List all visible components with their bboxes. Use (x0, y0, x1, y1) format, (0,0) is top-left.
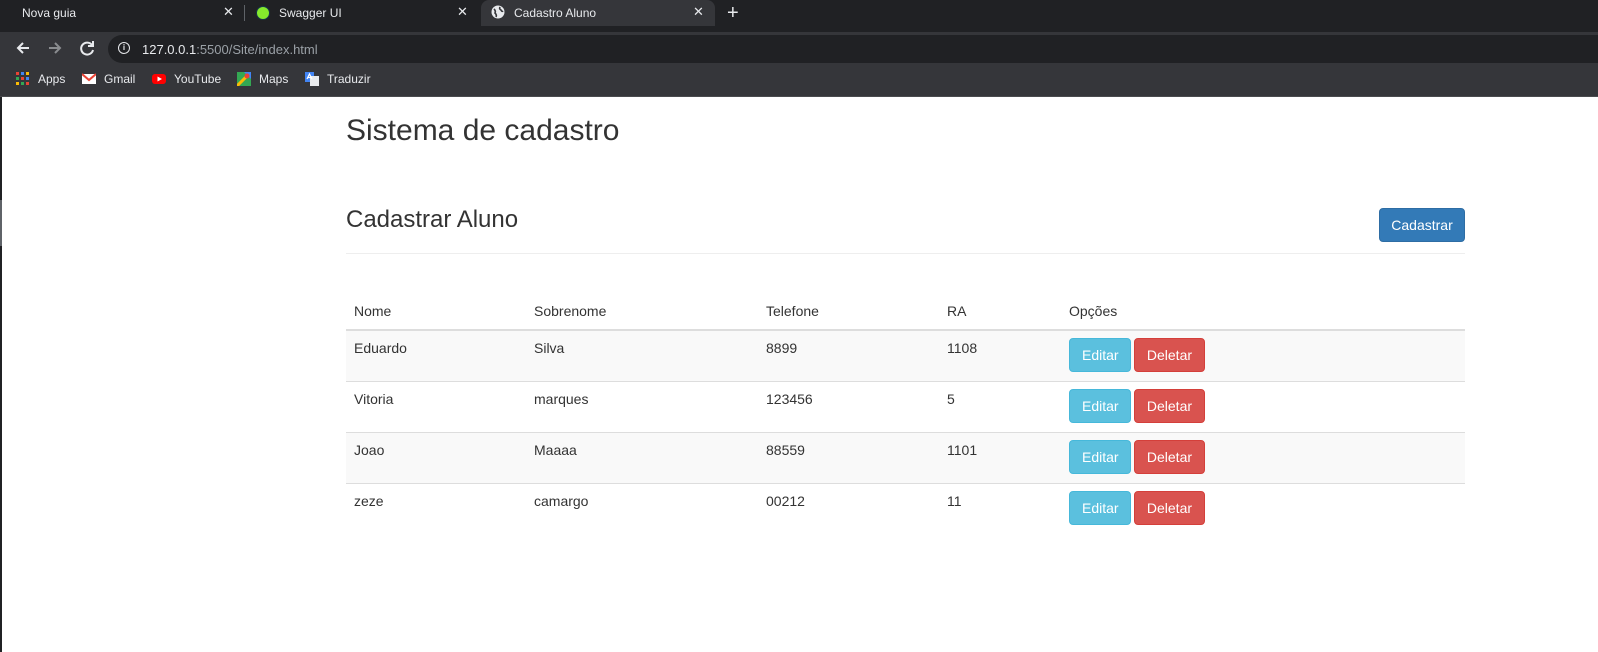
window-edge-marker (0, 200, 2, 246)
new-tab-button[interactable]: + (727, 2, 739, 25)
cell-opcoes: Editar Deletar (1061, 432, 1465, 484)
back-arrow-icon[interactable] (12, 37, 34, 59)
bookmark-apps[interactable]: Apps (16, 72, 68, 88)
bookmark-label: Maps (259, 72, 289, 86)
students-table: Nome Sobrenome Telefone RA Opções Eduard… (346, 292, 1465, 534)
bookmark-traduzir[interactable]: Traduzir (305, 72, 375, 88)
tab-title: Swagger UI (279, 6, 342, 20)
tab-swagger-ui[interactable]: Swagger UI ✕ (245, 0, 479, 25)
header-nome: Nome (346, 292, 526, 331)
close-tab-icon[interactable]: ✕ (693, 4, 704, 20)
cell-nome: Joao (346, 432, 526, 484)
cell-telefone: 8899 (758, 329, 939, 382)
cell-opcoes: Editar Deletar (1061, 483, 1465, 534)
address-bar[interactable]: i 127.0.0.1:5500/Site/index.html (108, 35, 1598, 63)
apps-grid-icon (16, 72, 29, 85)
bookmark-maps[interactable]: Maps (237, 72, 293, 88)
table-row: zeze camargo 00212 11 Editar Deletar (346, 483, 1465, 534)
cell-opcoes: Editar Deletar (1061, 381, 1465, 433)
edit-button[interactable]: Editar (1069, 338, 1131, 372)
gmail-icon (82, 73, 96, 84)
cell-telefone: 123456 (758, 381, 939, 433)
edit-button[interactable]: Editar (1069, 491, 1131, 525)
section-title: Cadastrar Aluno (346, 206, 519, 233)
cell-ra: 5 (939, 381, 1061, 433)
edit-button[interactable]: Editar (1069, 389, 1131, 423)
tab-nova-guia[interactable]: Nova guia ✕ (0, 0, 244, 25)
bookmark-label: Gmail (104, 72, 136, 86)
tab-title: Cadastro Aluno (514, 6, 597, 20)
url-path: :5500/Site/index.html (196, 42, 318, 57)
tab-cadastro-aluno[interactable]: Cadastro Aluno ✕ (481, 0, 715, 26)
cell-telefone: 88559 (758, 432, 939, 484)
table-row: Vitoria marques 123456 5 Editar Deletar (346, 381, 1465, 433)
bookmarks-bar: Apps Gmail YouTube Maps Traduzir (0, 64, 1598, 97)
cell-ra: 1101 (939, 432, 1061, 484)
globe-icon (491, 5, 505, 19)
cell-sobrenome: Silva (526, 329, 758, 382)
url-host: 127.0.0.1 (142, 42, 197, 57)
table-row: Eduardo Silva 8899 1108 Editar Deletar (346, 329, 1465, 382)
cell-sobrenome: camargo (526, 483, 758, 534)
header-sobrenome: Sobrenome (526, 292, 758, 331)
cell-telefone: 00212 (758, 483, 939, 534)
forward-arrow-icon[interactable] (44, 37, 66, 59)
header-ra: RA (939, 292, 1061, 331)
cell-ra: 11 (939, 483, 1061, 534)
page-title: Sistema de cadastro (346, 114, 620, 147)
youtube-icon (152, 74, 166, 84)
cell-ra: 1108 (939, 329, 1061, 382)
cell-nome: Eduardo (346, 329, 526, 382)
url-text: 127.0.0.1:5500/Site/index.html (142, 42, 318, 57)
browser-toolbar: i 127.0.0.1:5500/Site/index.html (0, 32, 1598, 64)
table-header-row: Nome Sobrenome Telefone RA Opções (346, 292, 1465, 331)
close-tab-icon[interactable]: ✕ (223, 4, 234, 20)
tab-title: Nova guia (22, 6, 77, 20)
bookmark-label: Apps (38, 72, 66, 86)
cell-sobrenome: Maaaa (526, 432, 758, 484)
bookmark-gmail[interactable]: Gmail (82, 72, 138, 88)
swagger-icon (256, 6, 270, 20)
bookmark-youtube[interactable]: YouTube (152, 72, 224, 88)
bookmark-label: Traduzir (327, 72, 371, 86)
cell-sobrenome: marques (526, 381, 758, 433)
header-telefone: Telefone (758, 292, 939, 331)
reload-icon[interactable] (76, 37, 98, 59)
close-tab-icon[interactable]: ✕ (457, 4, 468, 20)
bookmark-label: YouTube (174, 72, 222, 86)
delete-button[interactable]: Deletar (1133, 440, 1205, 474)
cadastrar-button[interactable]: Cadastrar (1379, 208, 1465, 242)
table-row: Joao Maaaa 88559 1101 Editar Deletar (346, 432, 1465, 484)
section-divider (346, 253, 1465, 254)
header-opcoes: Opções (1061, 292, 1465, 331)
translate-icon (305, 72, 319, 86)
cell-opcoes: Editar Deletar (1061, 329, 1465, 382)
cell-nome: zeze (346, 483, 526, 534)
edit-button[interactable]: Editar (1069, 440, 1131, 474)
tab-strip: Nova guia ✕ Swagger UI ✕ Cadastro Aluno … (0, 0, 1598, 32)
cell-nome: Vitoria (346, 381, 526, 433)
delete-button[interactable]: Deletar (1133, 338, 1205, 372)
delete-button[interactable]: Deletar (1133, 389, 1205, 423)
site-info-icon[interactable]: i (118, 42, 130, 54)
window-edge (0, 97, 2, 652)
maps-icon (237, 72, 251, 86)
delete-button[interactable]: Deletar (1133, 491, 1205, 525)
